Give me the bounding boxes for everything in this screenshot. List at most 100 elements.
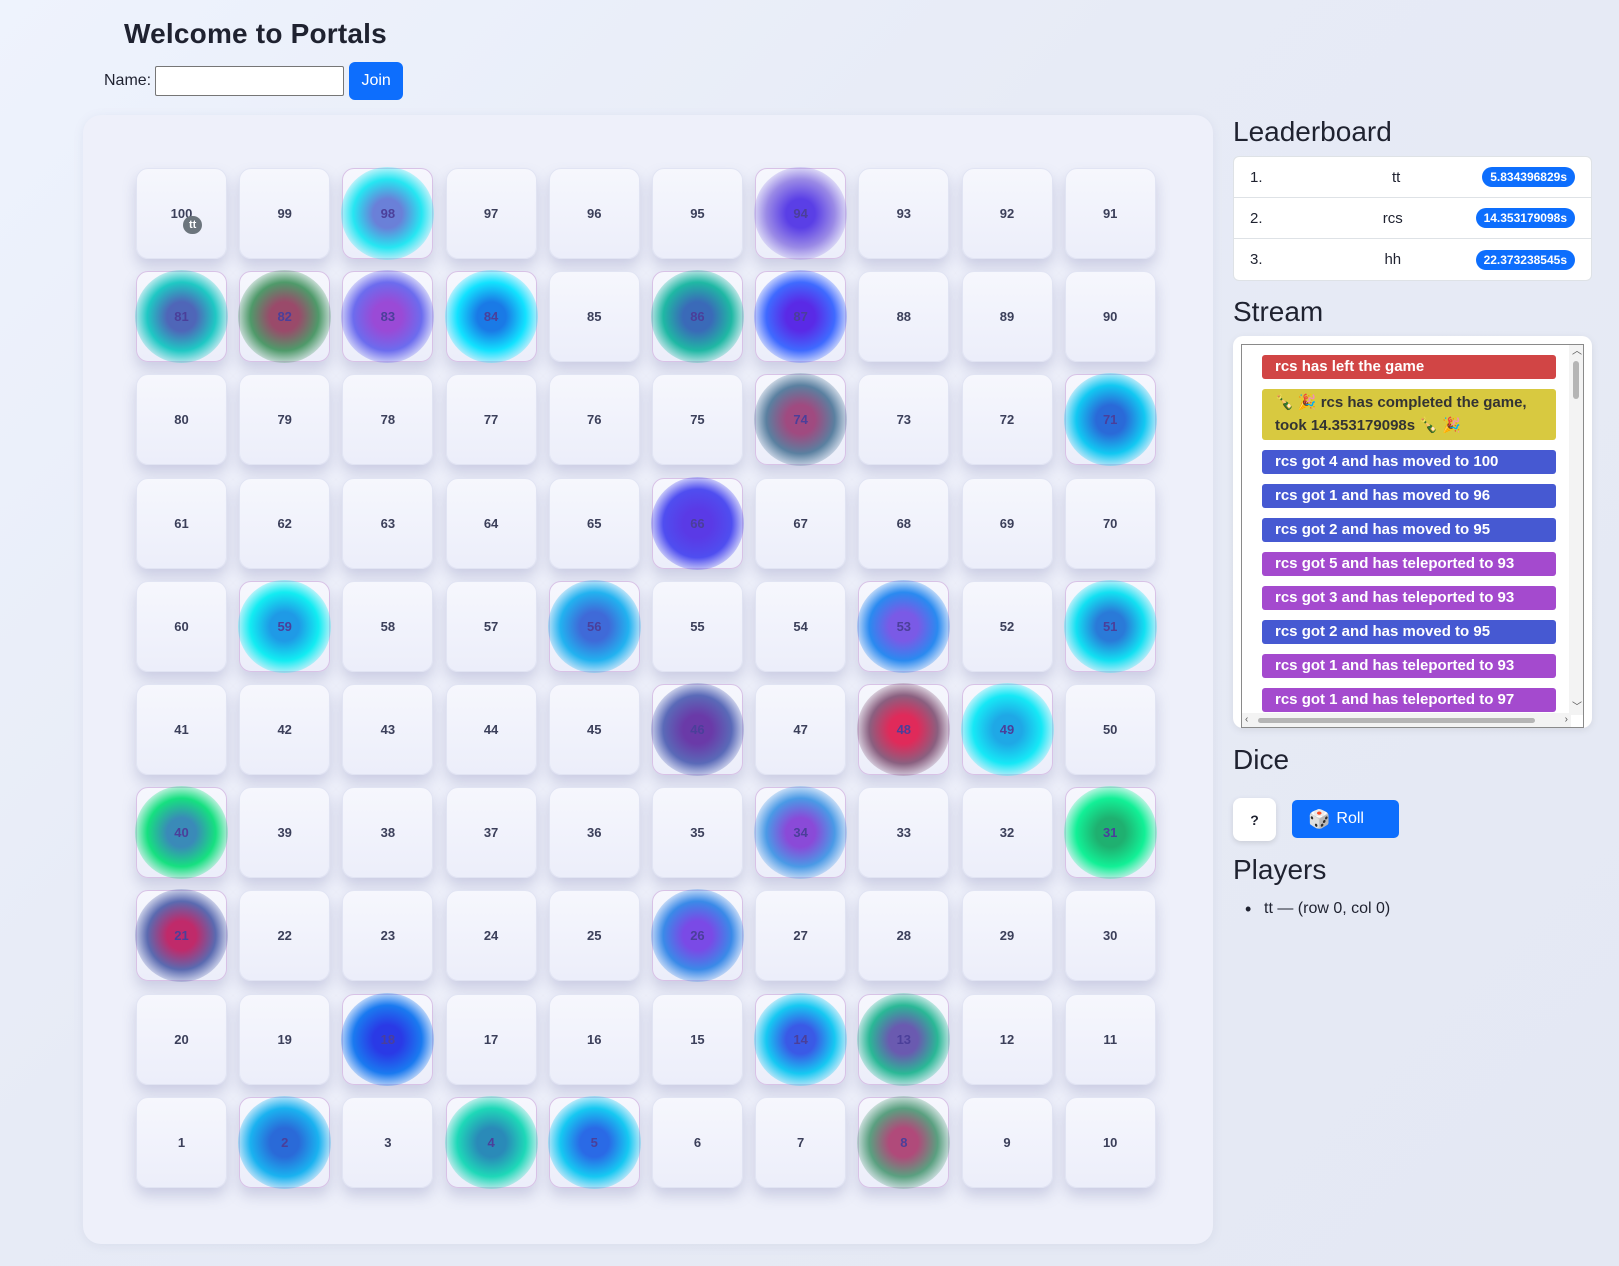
board-cell: 73 [858,374,950,466]
portal-cell: 26 [650,889,744,983]
cell-number: 71 [1102,412,1118,428]
stream-box[interactable]: rcs has left the game 🍾 🎉 rcs has complet… [1241,344,1584,728]
board-cell: 58 [342,580,434,672]
cell-number: 72 [999,412,1015,428]
stream-message: rcs got 5 and has teleported to 93 [1262,552,1556,576]
cell-number: 45 [587,721,602,737]
cell-number: 60 [174,618,189,634]
cell-number: 57 [483,618,499,634]
cell-number: 95 [690,206,705,221]
roll-button[interactable]: 🎲 Roll [1292,800,1399,838]
board-cell: 78 [342,374,434,466]
cell-number: 84 [483,309,499,325]
portal-cell: 74 [754,373,848,467]
board-cell: 30 [1064,890,1156,982]
board-cell: 91 [1064,168,1156,259]
stream-message: rcs got 2 and has moved to 95 [1262,518,1556,542]
cell-number: 24 [483,928,499,944]
portal-cell: 71 [1063,373,1157,467]
cell-number: 31 [1102,825,1118,841]
board-cell: 45 [548,683,640,775]
cell-number: 81 [174,309,189,325]
portal-cell: 59 [238,579,332,673]
leaderboard-name: tt [1391,168,1401,186]
board-cell: 70 [1064,477,1156,569]
cell-number: 34 [793,825,808,841]
stream-list: rcs has left the game 🍾 🎉 rcs has complet… [1262,355,1556,722]
stream-vertical-scroll-thumb[interactable] [1573,361,1579,399]
cell-number: 28 [896,928,912,944]
scroll-down-icon[interactable]: ﹀ [1572,703,1582,713]
cell-number: 23 [380,928,396,944]
board-cell: 80 [136,374,227,466]
board-cell: 97 [445,168,537,259]
leaderboard-time-badge: 14.353179098s [1475,208,1575,228]
board-cell: 88 [858,271,950,363]
board-cell: 65 [548,477,640,569]
cell-number: 98 [380,206,396,221]
cell-number: 25 [587,928,602,944]
board-cell: 42 [239,683,331,775]
board-grid: 100 tt 99 98 97 96 95 94 93 92 91 81 82 83 84 85 86 87 88 8… [135,167,1157,1189]
board-cell: 57 [445,580,537,672]
board-cell: 36 [548,787,640,879]
board-cell: 100 tt [136,168,227,259]
stream-horizontal-scrollbar[interactable]: ‹ › [1242,713,1571,727]
cell-number: 69 [999,515,1015,531]
board-cell: 77 [445,374,537,466]
board-cell: 93 [858,168,950,259]
leaderboard-row: 1. tt 5.834396829s [1234,157,1591,198]
cell-number: 41 [174,721,189,737]
cell-number: 42 [277,721,292,737]
portal-cell: 13 [857,992,951,1086]
scroll-up-icon[interactable]: ︿ [1572,347,1582,357]
cell-number: 78 [380,412,396,428]
board-cell: 43 [342,683,434,775]
portal-cell: 66 [650,476,744,570]
stream-horizontal-scroll-thumb[interactable] [1258,718,1535,723]
portal-cell: 49 [960,682,1054,776]
stream-message: 🍾 🎉 rcs has completed the game, took 14.… [1262,389,1556,440]
board-cell: 20 [136,993,227,1085]
cell-number: 39 [277,825,292,841]
portal-cell: 21 [135,889,228,983]
leaderboard-time-badge: 5.834396829s [1482,167,1575,187]
name-input[interactable] [155,66,345,96]
portal-cell: 14 [754,992,848,1086]
stream-message: rcs got 1 and has teleported to 97 [1262,688,1556,712]
cell-number: 13 [896,1031,912,1047]
scroll-left-icon[interactable]: ‹ [1245,715,1248,725]
cell-number: 75 [690,412,705,428]
cell-number: 44 [483,721,499,737]
cell-number: 56 [587,618,602,634]
board-cell: 92 [961,168,1053,259]
scroll-right-icon[interactable]: › [1565,715,1568,725]
board-cell: 90 [1064,271,1156,363]
cell-number: 55 [690,618,705,634]
cell-number: 47 [793,721,808,737]
cell-number: 49 [999,721,1015,737]
cell-number: 48 [896,721,912,737]
cell-number: 54 [793,618,808,634]
cell-number: 59 [277,618,292,634]
cell-number: 19 [277,1031,292,1047]
portal-cell: 53 [857,579,951,673]
cell-number: 88 [896,309,912,325]
stream-vertical-scrollbar[interactable]: ︿ ﹀ [1569,345,1583,715]
cell-number: 14 [793,1031,808,1047]
board-cell: 85 [548,271,640,363]
board-cell: 23 [342,890,434,982]
cell-number: 51 [1102,618,1118,634]
portal-cell: 83 [341,270,435,364]
cell-number: 99 [277,206,292,221]
cell-number: 67 [793,515,808,531]
cell-number: 66 [690,515,705,531]
board-cell: 54 [755,580,847,672]
board-cell: 55 [651,580,743,672]
board-cell: 68 [858,477,950,569]
join-button[interactable]: Join [349,62,404,100]
board-cell: 41 [136,683,227,775]
board-cell: 79 [239,374,331,466]
leaderboard-name: rcs [1382,209,1403,227]
cell-number: 9 [1003,1134,1011,1150]
